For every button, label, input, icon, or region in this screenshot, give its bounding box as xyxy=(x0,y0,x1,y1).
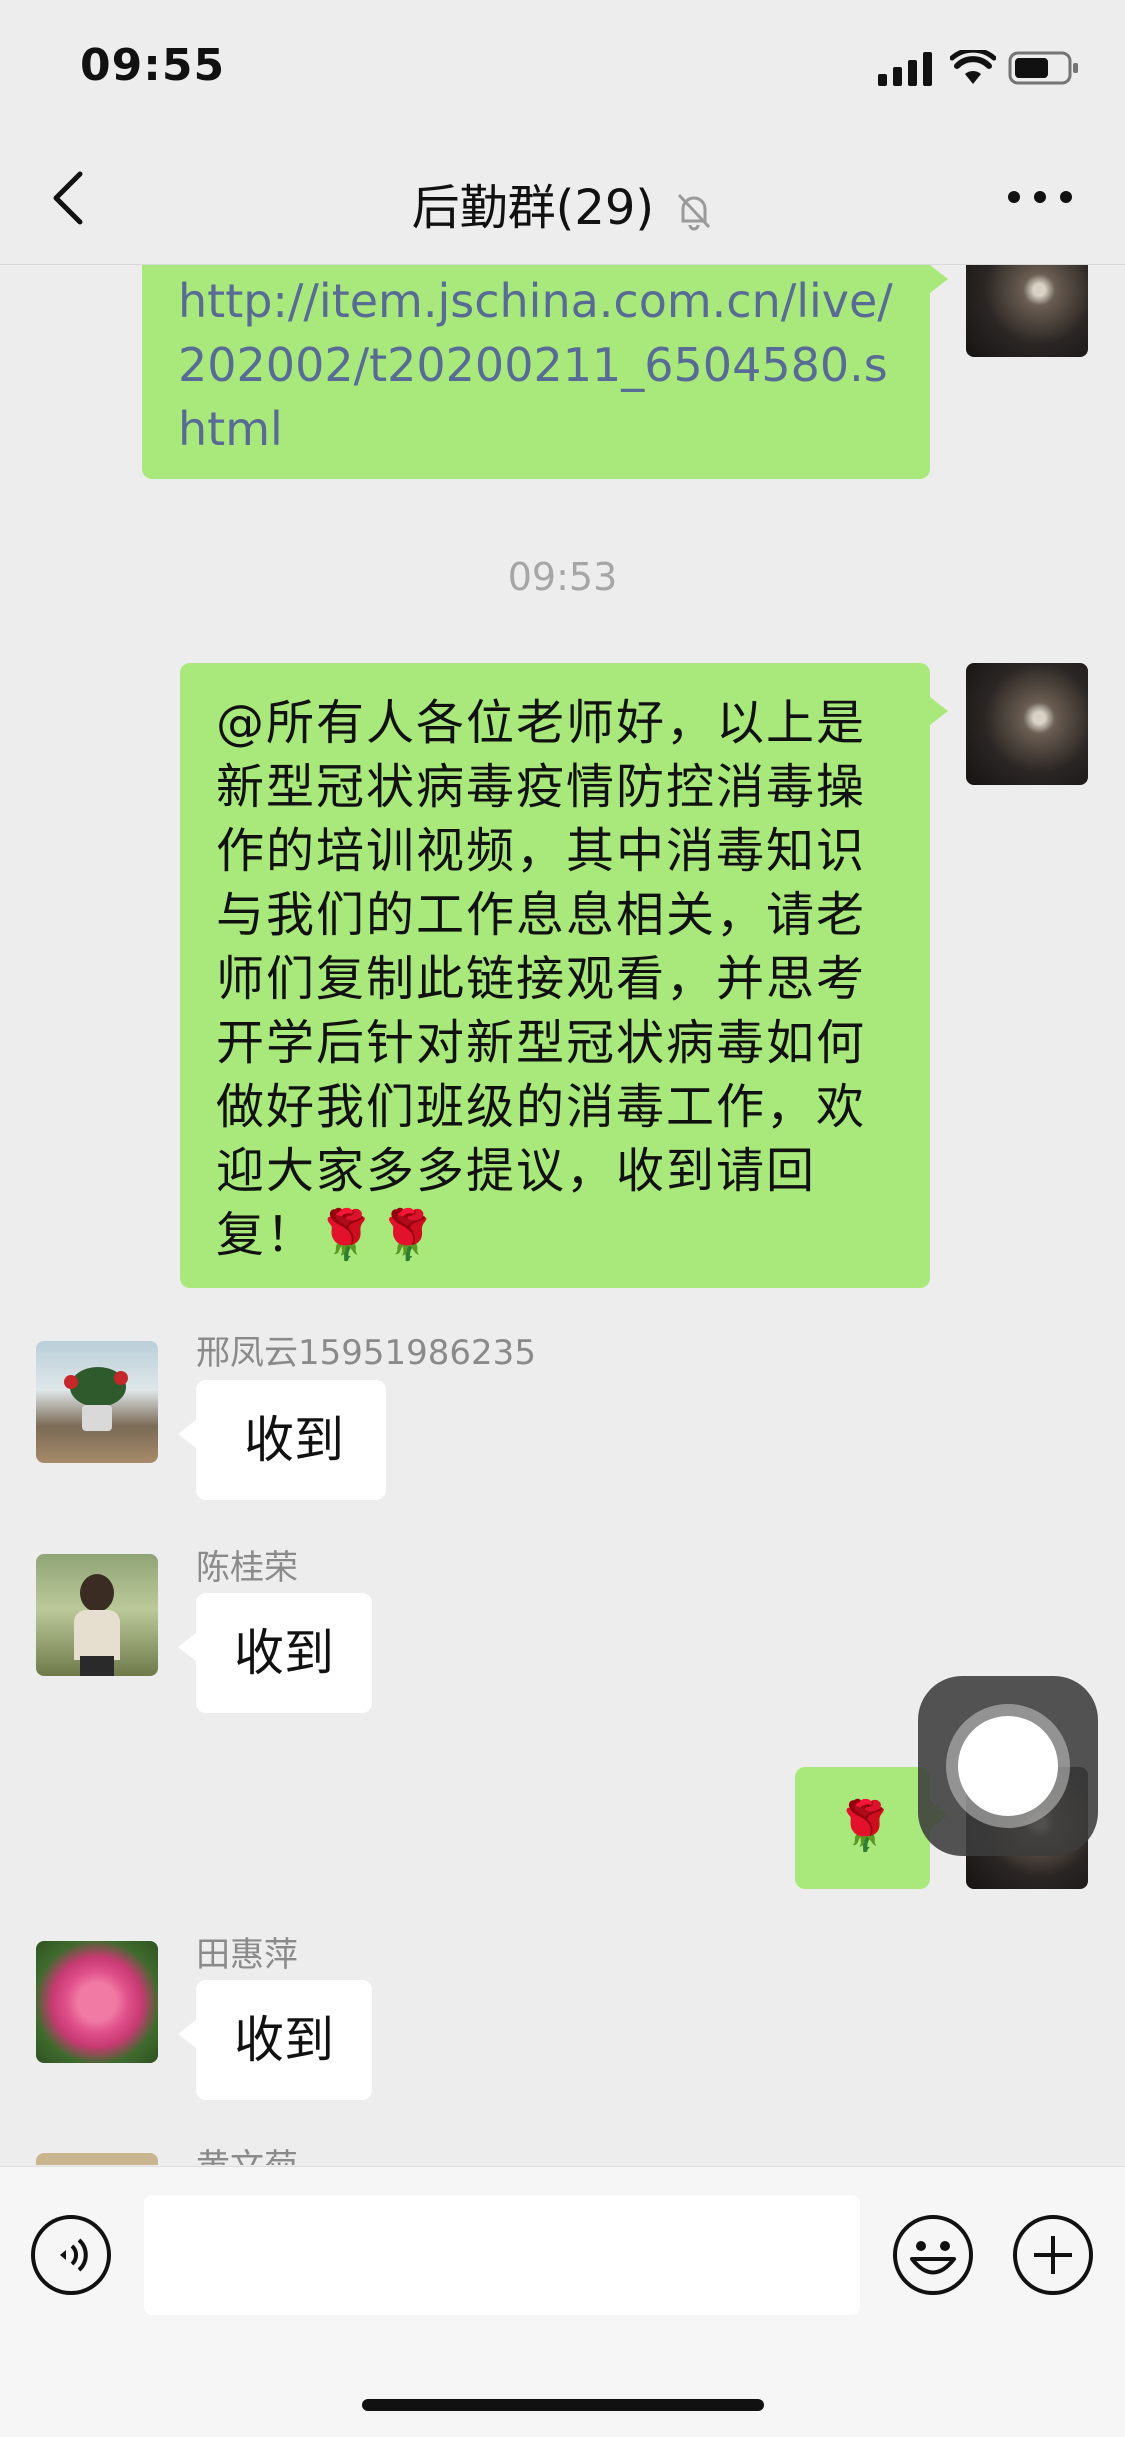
rose-message-bubble[interactable]: 🌹 xyxy=(795,1767,948,1889)
sender-name: 邢凤云15951986235 xyxy=(196,1333,536,1373)
avatar[interactable] xyxy=(36,1341,158,1463)
chat-title-text: 后勤群(29) xyxy=(411,180,655,236)
battery-icon xyxy=(1008,51,1078,85)
message-text: 收到 xyxy=(234,2011,334,2069)
sender-name: 黄文菊 xyxy=(196,2139,298,2165)
reply-message-bubble[interactable]: 收到 xyxy=(178,1980,372,2100)
status-bar: 09:55 xyxy=(0,0,1125,132)
chat-list[interactable]: http://item.jschina.com.cn/live/202002/t… xyxy=(0,265,1125,2165)
assistive-touch-icon xyxy=(958,1716,1058,1816)
link-message-bubble[interactable]: http://item.jschina.com.cn/live/202002/t… xyxy=(142,265,948,479)
input-bar xyxy=(0,2166,1125,2437)
avatar[interactable] xyxy=(36,1554,158,1676)
bell-slash-icon xyxy=(678,193,711,231)
home-indicator xyxy=(362,2399,764,2411)
avatar[interactable] xyxy=(36,2153,158,2165)
message-text: 收到 xyxy=(234,1624,334,1682)
signal-icon xyxy=(878,52,932,86)
emoji-icon[interactable] xyxy=(892,2214,974,2296)
my-avatar[interactable] xyxy=(966,663,1088,785)
voice-icon[interactable] xyxy=(30,2214,112,2296)
message-text: 收到 xyxy=(244,1411,344,1469)
message-timestamp: 09:53 xyxy=(507,555,618,599)
avatar[interactable] xyxy=(36,1941,158,2063)
link-text[interactable]: http://item.jschina.com.cn/live/202002/t… xyxy=(178,269,896,461)
ellipsis-icon[interactable] xyxy=(1000,182,1080,212)
plus-circle-icon[interactable] xyxy=(1012,2214,1094,2296)
reply-message-bubble[interactable]: 收到 xyxy=(178,1593,372,1713)
sender-name: 陈桂荣 xyxy=(196,1548,298,1588)
notice-message-text: @所有人各位老师好，以上是新型冠状病毒疫情防控消毒操作的培训视频，其中消毒知识与… xyxy=(216,695,867,1263)
my-avatar[interactable] xyxy=(966,265,1088,357)
chat-header: 后勤群(29) xyxy=(0,132,1125,265)
status-time: 09:55 xyxy=(80,40,226,91)
notice-message-bubble[interactable]: @所有人各位老师好，以上是新型冠状病毒疫情防控消毒操作的培训视频，其中消毒知识与… xyxy=(180,663,948,1288)
message-input[interactable] xyxy=(144,2195,860,2315)
wifi-icon xyxy=(950,50,996,84)
page-title[interactable]: 后勤群(29) xyxy=(0,168,1125,238)
assistive-touch-button[interactable] xyxy=(918,1676,1098,1856)
rose-emoji: 🌹 xyxy=(835,1798,895,1854)
reply-message-bubble[interactable]: 收到 xyxy=(178,1380,386,1500)
sender-name: 田惠萍 xyxy=(196,1935,298,1975)
